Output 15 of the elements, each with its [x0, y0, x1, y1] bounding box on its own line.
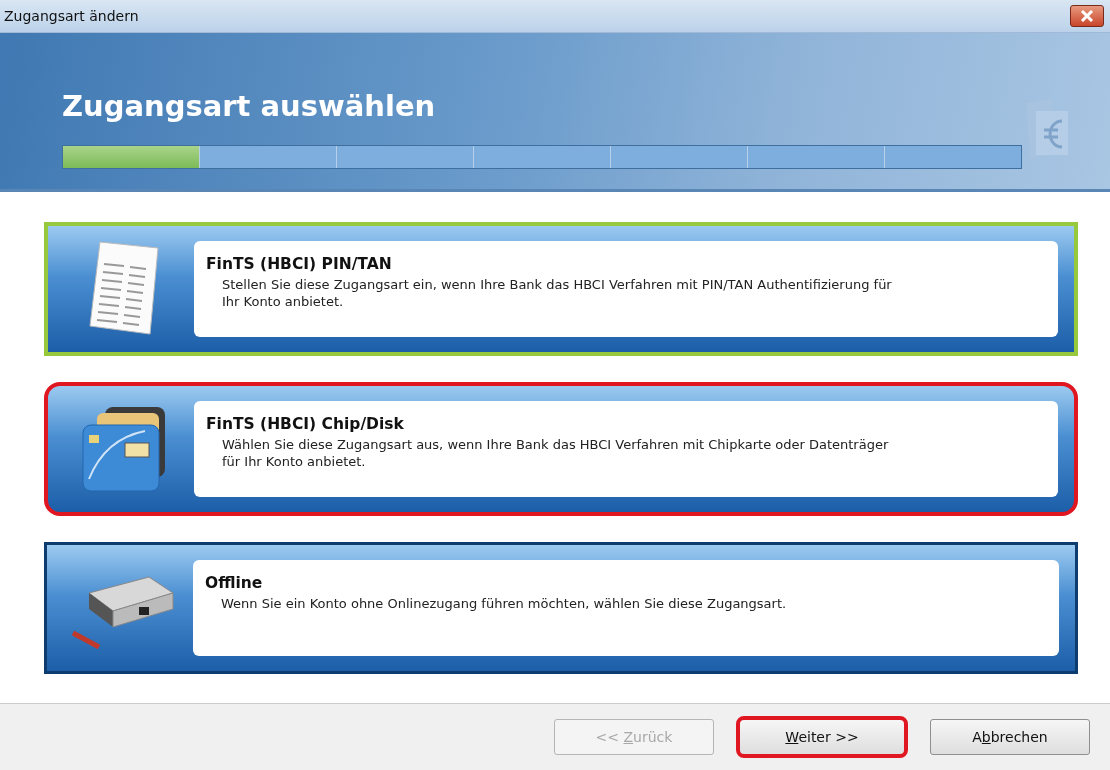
window-title: Zugangsart ändern	[4, 8, 139, 24]
dialog-button[interactable]: Weiter >>	[736, 716, 908, 758]
option-title: Offline	[205, 574, 264, 592]
option-card[interactable]: Offline Wenn Sie ein Konto ohne Onlinezugang führen möchten, wählen Sie diese Zugangsart.	[44, 542, 1078, 674]
close-button[interactable]	[1070, 5, 1104, 27]
close-icon	[1080, 10, 1094, 22]
option-title: FinTS (HBCI) Chip/Disk	[206, 415, 405, 433]
option-description: Stellen Sie diese Zugangsart ein, wenn Ihre Bank das HBCI Verfahren mit PIN/TAN Authentifizierung für Ihr Konto anbietet.	[221, 276, 893, 310]
option-card[interactable]: FinTS (HBCI) Chip/Disk Wählen Sie diese Zugangsart aus, wenn Ihre Bank das HBCI Verfahren mit Chipkarte oder Datenträger für Ihr Konto anbietet.	[44, 382, 1078, 516]
dialog-button[interactable]: Abbrechen	[930, 719, 1090, 755]
option-title: FinTS (HBCI) PIN/TAN	[206, 255, 393, 273]
page-title: Zugangsart auswählen	[62, 89, 437, 123]
option-description: Wenn Sie ein Konto ohne Onlinezugang führen möchten, wählen Sie diese Zugangsart.	[220, 595, 788, 612]
option-card[interactable]: FinTS (HBCI) PIN/TAN Stellen Sie diese Zugangsart ein, wenn Ihre Bank das HBCI Verfahren mit PIN/TAN Authentifizierung für Ihr Konto anbietet.	[44, 222, 1078, 356]
option-description: Wählen Sie diese Zugangsart aus, wenn Ihre Bank das HBCI Verfahren mit Chipkarte oder Datenträger für Ihr Konto anbietet.	[221, 436, 890, 470]
